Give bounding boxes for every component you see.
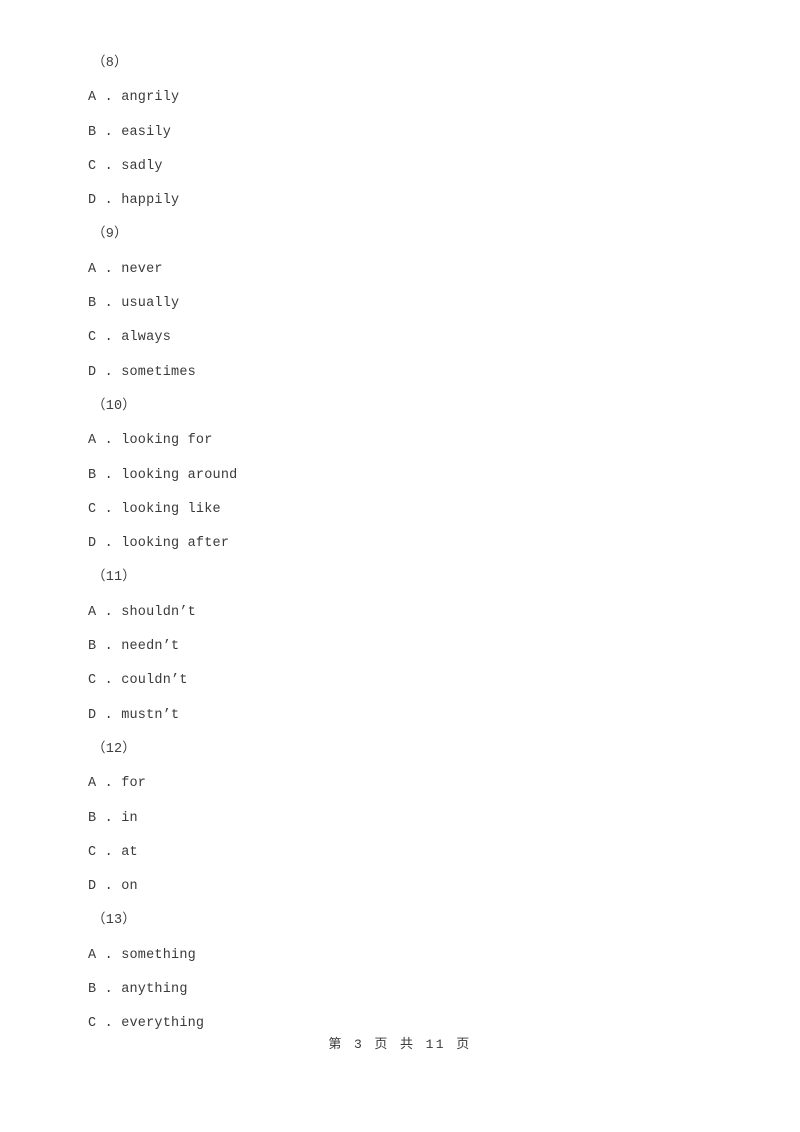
- answer-option: B . looking around: [88, 467, 238, 483]
- answer-option: B . needn’t: [88, 639, 180, 655]
- answer-option: A . angrily: [88, 90, 180, 106]
- answer-option: C . sadly: [88, 158, 163, 174]
- answer-option: D . sometimes: [88, 364, 196, 380]
- answer-option: B . easily: [88, 124, 172, 140]
- question-number: （10）: [92, 398, 137, 414]
- question-number: （13）: [92, 913, 137, 929]
- answer-option: C . at: [88, 844, 138, 860]
- question-list: （8） A . angrily B . easily C . sadly D . hap…: [0, 0, 800, 1042]
- answer-option: A . something: [88, 947, 196, 963]
- answer-option: C . looking like: [88, 501, 221, 517]
- answer-option: C . always: [88, 330, 172, 346]
- answer-option: A . for: [88, 776, 147, 792]
- answer-option: A . shouldn’t: [88, 604, 196, 620]
- question-number: （8）: [92, 56, 128, 71]
- page-footer: 第 3 页 共 11 页: [328, 1037, 472, 1052]
- answer-option: C . couldn’t: [88, 673, 188, 689]
- answer-option: D . happily: [88, 193, 180, 209]
- answer-option: D . on: [88, 879, 138, 895]
- answer-option: B . anything: [88, 982, 188, 998]
- answer-option: A . looking for: [88, 433, 213, 449]
- answer-option: A . never: [88, 261, 163, 277]
- answer-option: D . looking after: [88, 536, 230, 552]
- document-page: （8） A . angrily B . easily C . sadly D . hap…: [0, 0, 800, 1132]
- question-number: （12）: [92, 741, 137, 757]
- answer-option: B . in: [88, 810, 138, 826]
- answer-option: B . usually: [88, 296, 180, 312]
- answer-option: D . mustn’t: [88, 707, 180, 723]
- question-number: （9）: [92, 227, 128, 243]
- question-number: （11）: [92, 570, 137, 586]
